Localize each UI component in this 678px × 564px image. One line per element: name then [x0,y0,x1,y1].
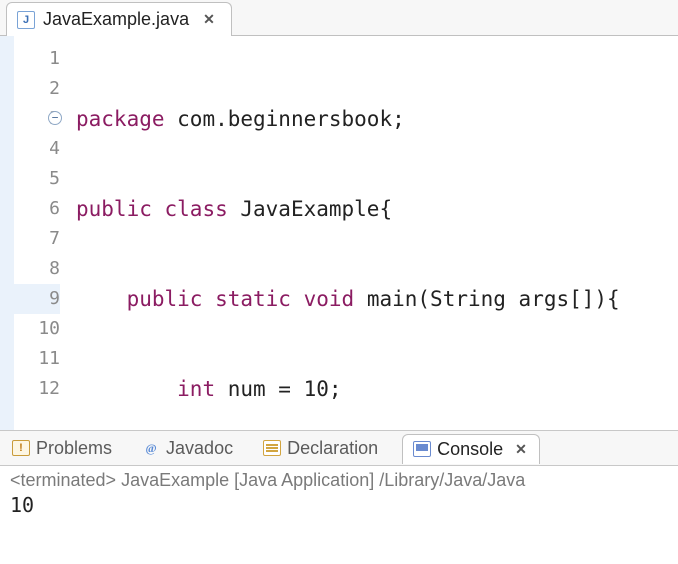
line-number: 9 [0,284,60,314]
editor-tab-javaexample[interactable]: J JavaExample.java ✕ [6,2,232,36]
editor-tab-strip: J JavaExample.java ✕ [0,0,678,36]
console-view: <terminated> JavaExample [Java Applicati… [0,466,678,521]
line-number: 8 [0,254,60,284]
code-line: public static void main(String args[]){ [76,284,678,314]
line-number: 2 [0,74,60,104]
line-number: 4 [0,134,60,164]
tab-problems[interactable]: Problems [6,434,118,463]
java-file-icon: J [17,11,35,29]
line-number: 12 [0,374,60,404]
code-line: public class JavaExample{ [76,194,678,224]
console-status: <terminated> JavaExample [Java Applicati… [10,470,668,491]
editor-tab-title: JavaExample.java [43,9,189,30]
bottom-views-tab-strip: Problems @ Javadoc Declaration Console ✕ [0,430,678,466]
tab-console[interactable]: Console ✕ [402,434,540,464]
declaration-icon [263,440,281,456]
line-number-gutter: 1 2 3− 4 5 6 7 8 9 10 11 12 [0,36,70,430]
tab-javadoc[interactable]: @ Javadoc [136,434,239,463]
close-icon[interactable]: ✕ [513,441,529,458]
problems-icon [12,440,30,456]
line-number: 7 [0,224,60,254]
tab-label: Console [437,439,503,460]
line-number: 6 [0,194,60,224]
close-icon[interactable]: ✕ [201,11,217,28]
code-editor[interactable]: 1 2 3− 4 5 6 7 8 9 10 11 12 package com.… [0,36,678,430]
line-number: 11 [0,344,60,374]
console-icon [413,441,431,457]
code-line: package com.beginnersbook; [76,104,678,134]
tab-label: Problems [36,438,112,459]
line-number: 10 [0,314,60,344]
tab-label: Javadoc [166,438,233,459]
code-line: int num = 10; [76,374,678,404]
line-number: 1 [0,44,60,74]
line-number: 5 [0,164,60,194]
tab-label: Declaration [287,438,378,459]
line-number: 3− [0,104,60,134]
fold-collapse-icon[interactable]: − [48,111,62,125]
code-area[interactable]: package com.beginnersbook; public class … [70,36,678,430]
tab-declaration[interactable]: Declaration [257,434,384,463]
console-output: 10 [10,493,668,517]
javadoc-icon: @ [142,440,160,456]
